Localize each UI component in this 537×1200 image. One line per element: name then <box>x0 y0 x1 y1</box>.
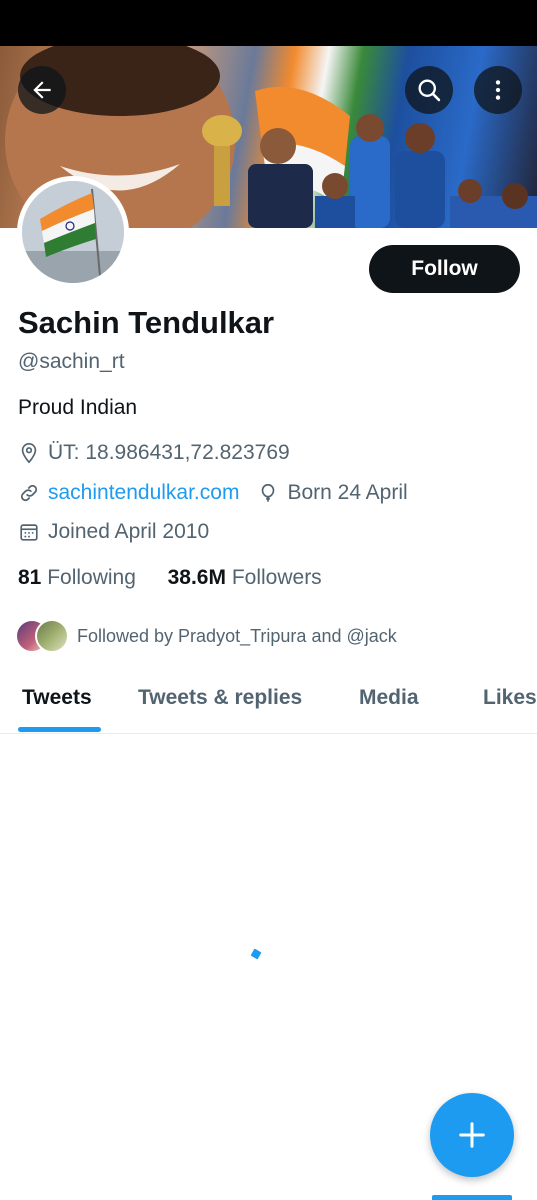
balloon-icon <box>257 482 279 504</box>
profile-website-link[interactable]: sachintendulkar.com <box>48 481 239 505</box>
avatar-flag-image <box>22 181 124 283</box>
location-pin-icon <box>18 442 40 464</box>
followed-by-text: Followed by Pradyot_Tripura and @jack <box>77 625 397 646</box>
search-button[interactable] <box>405 66 453 114</box>
following-link[interactable]: 81 Following <box>18 566 136 589</box>
profile-joined: Joined April 2010 <box>48 520 210 543</box>
tab-media[interactable]: Media <box>359 686 419 710</box>
status-bar <box>0 0 537 46</box>
profile-tabs: Tweets Tweets & replies Media Likes <box>0 672 537 734</box>
followed-by-row[interactable]: Followed by Pradyot_Tripura and @jack <box>15 619 397 653</box>
tab-tweets[interactable]: Tweets <box>22 686 92 710</box>
loading-spinner <box>250 948 262 960</box>
follow-button[interactable]: Follow <box>369 245 520 293</box>
back-button[interactable] <box>18 66 66 114</box>
followers-link[interactable]: 38.6M Followers <box>168 566 322 589</box>
fab-shadow-edge <box>432 1195 512 1200</box>
following-label: Following <box>47 566 136 589</box>
link-birthday-row: sachintendulkar.com Born 24 April <box>18 481 408 505</box>
active-tab-indicator <box>18 727 101 732</box>
followers-count: 38.6M <box>167 566 226 589</box>
profile-bio: Proud Indian <box>18 396 138 419</box>
tab-likes[interactable]: Likes <box>483 686 537 710</box>
joined-row: Joined April 2010 <box>18 520 209 544</box>
search-icon <box>418 79 441 102</box>
profile-location: ÜT: 18.986431,72.823769 <box>48 441 290 464</box>
follower-avatar <box>35 619 69 653</box>
profile-avatar[interactable] <box>17 176 129 288</box>
plus-icon <box>459 1122 485 1148</box>
tab-tweets-replies[interactable]: Tweets & replies <box>138 686 302 710</box>
more-options-button[interactable] <box>474 66 522 114</box>
compose-tweet-button[interactable] <box>430 1093 514 1177</box>
profile-name: Sachin Tendulkar <box>18 305 275 340</box>
following-count: 81 <box>18 566 42 589</box>
link-icon <box>18 482 40 504</box>
followers-label: Followers <box>231 566 322 589</box>
arrow-left-icon <box>33 81 51 99</box>
more-vertical-icon <box>495 80 501 100</box>
follow-counts: 81 Following 38.6M Followers <box>18 566 322 590</box>
profile-handle: @sachin_rt <box>18 350 125 373</box>
calendar-icon <box>18 521 40 543</box>
profile-birthday: Born 24 April <box>287 481 408 504</box>
location-row: ÜT: 18.986431,72.823769 <box>18 441 290 465</box>
